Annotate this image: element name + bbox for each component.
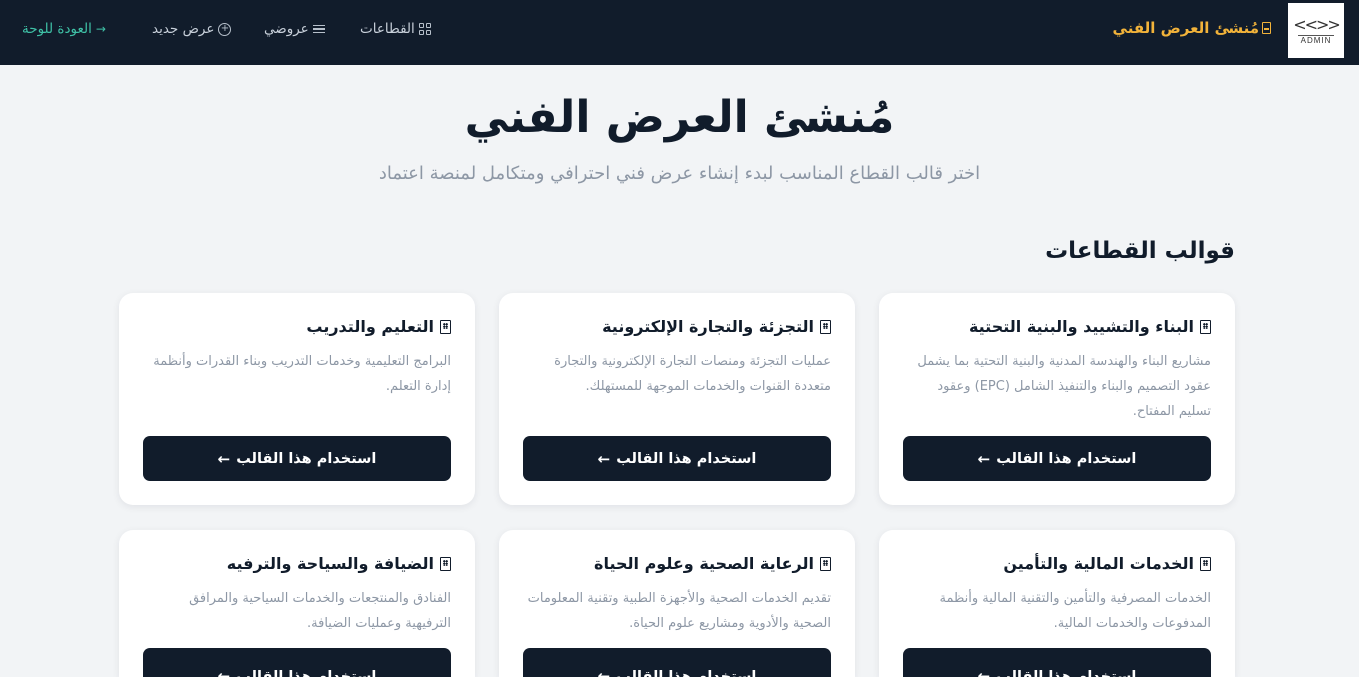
arrow-left-icon: ← [597,667,611,677]
arrow-left-icon: ← [977,667,991,677]
use-template-button[interactable]: استخدام هذا القالب ← [523,648,831,677]
card-title: التعليم والتدريب [306,317,451,336]
logo-text: ADMIN [1297,34,1335,45]
card-title: الخدمات المالية والتأمين [1003,554,1211,573]
card-title: التجزئة والتجارة الإلكترونية [602,317,831,336]
building-icon [1200,319,1211,334]
template-card-retail: التجزئة والتجارة الإلكترونية عمليات التج… [499,293,855,505]
card-description: البرامج التعليمية وخدمات التدريب وبناء ا… [153,354,451,394]
card-title-text: الضيافة والسياحة والترفيه [226,554,434,573]
use-template-button[interactable]: استخدام هذا القالب ← [143,436,451,481]
use-template-label: استخدام هذا القالب [996,450,1137,467]
nav-new-offer-link[interactable]: + عرض جديد [152,21,232,37]
arrow-right-icon: → [95,22,106,36]
use-template-button[interactable]: استخدام هذا القالب ← [903,648,1211,677]
building-icon [440,319,451,334]
card-title: البناء والتشييد والبنية التحتية [969,317,1211,336]
template-card-healthcare: الرعاية الصحية وعلوم الحياة تقديم الخدما… [499,530,855,677]
card-description: تقديم الخدمات الصحية والأجهزة الطبية وتق… [527,591,831,631]
building-icon [820,556,831,571]
arrow-left-icon: ← [977,449,991,468]
use-template-label: استخدام هذا القالب [996,669,1137,677]
use-template-label: استخدام هذا القالب [236,669,377,677]
card-description: عمليات التجزئة ومنصات التجارة الإلكتروني… [554,354,831,394]
section-title: قوالب القطاعات [1045,238,1235,264]
arrow-left-icon: ← [217,667,231,677]
logo-mark-icon: <<>> [1293,14,1341,34]
card-title-text: الرعاية الصحية وعلوم الحياة [594,554,814,573]
page-subtitle: اختر قالب القطاع المناسب لبدء إنشاء عرض … [378,163,981,184]
card-title-text: التجزئة والتجارة الإلكترونية [602,317,814,336]
card-title-text: البناء والتشييد والبنية التحتية [968,317,1194,336]
use-template-label: استخدام هذا القالب [616,450,757,467]
card-title-text: التعليم والتدريب [306,317,434,336]
nav-my-offers-label: عروضي [264,21,309,37]
card-title: الضيافة والسياحة والترفيه [227,554,451,573]
nav-back-to-dashboard-link[interactable]: → العودة للوحة [22,21,106,37]
template-card-construction: البناء والتشييد والبنية التحتية مشاريع ا… [879,293,1235,505]
plus-circle-icon: + [218,22,232,36]
card-description: الفنادق والمنتجعات والخدمات السياحية وال… [189,591,451,631]
grid-icon [418,23,431,35]
card-title-text: الخدمات المالية والتأمين [1003,554,1194,573]
arrow-left-icon: ← [217,449,231,468]
template-card-finance: الخدمات المالية والتأمين الخدمات المصرفي… [879,530,1235,677]
nav-sectors-link[interactable]: القطاعات [360,21,431,37]
nav-back-label: العودة للوحة [22,21,92,37]
card-title: الرعاية الصحية وعلوم الحياة [594,554,831,573]
use-template-label: استخدام هذا القالب [236,450,377,467]
template-card-hospitality: الضيافة والسياحة والترفيه الفنادق والمنت… [119,530,475,677]
brand-link[interactable]: مُنشئ العرض الفني [1113,19,1271,37]
template-card-education: التعليم والتدريب البرامج التعليمية وخدما… [119,293,475,505]
brand-label: مُنشئ العرض الفني [1112,19,1259,37]
nav-sectors-label: القطاعات [360,21,415,37]
use-template-button[interactable]: استخدام هذا القالب ← [523,436,831,481]
building-icon [1200,556,1211,571]
nav-new-offer-label: عرض جديد [152,21,215,37]
list-icon [312,24,325,34]
top-navbar: <<>> ADMIN مُنشئ العرض الفني القطاعات عر… [0,0,1359,65]
building-icon [440,556,451,571]
document-icon [1262,22,1271,34]
nav-my-offers-link[interactable]: عروضي [264,21,325,37]
arrow-left-icon: ← [597,449,611,468]
page-title: مُنشئ العرض الفني [464,92,895,143]
building-icon [820,319,831,334]
card-description: الخدمات المصرفية والتأمين والتقنية المال… [939,591,1212,631]
card-description: مشاريع البناء والهندسة المدنية والبنية ا… [917,354,1211,419]
admin-logo[interactable]: <<>> ADMIN [1288,3,1344,58]
use-template-button[interactable]: استخدام هذا القالب ← [903,436,1211,481]
use-template-label: استخدام هذا القالب [616,669,757,677]
use-template-button[interactable]: استخدام هذا القالب ← [143,648,451,677]
